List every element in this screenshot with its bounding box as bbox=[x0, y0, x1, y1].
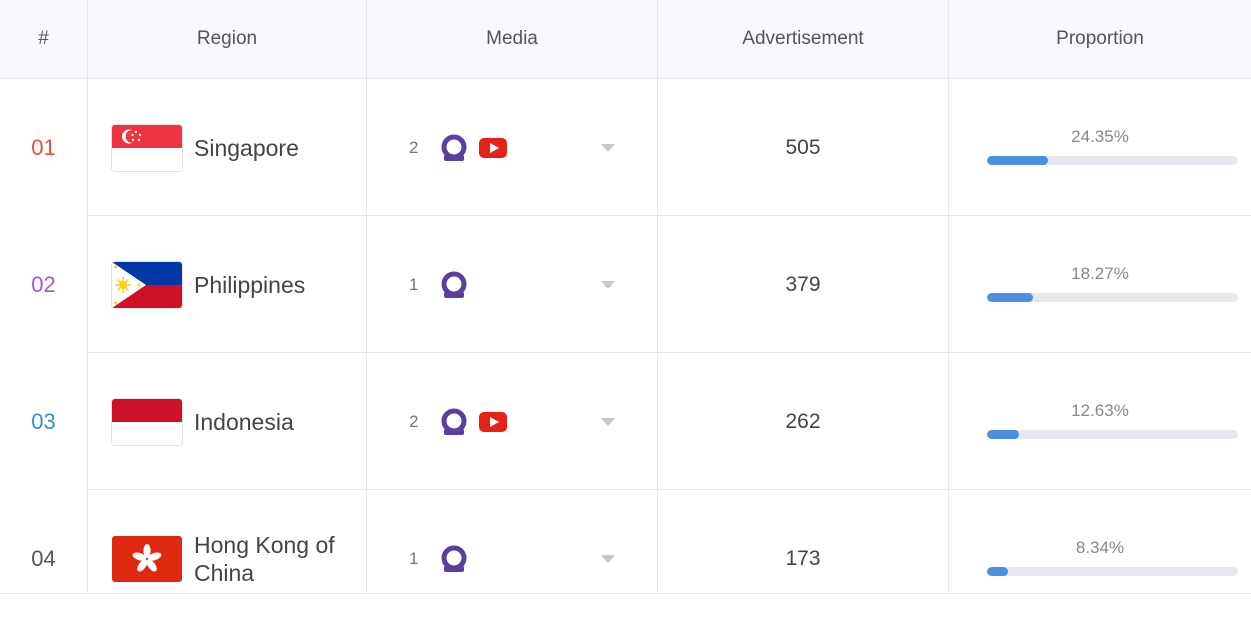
header-rank: # bbox=[38, 28, 49, 49]
table-row[interactable]: 04 Hong Kong of China 1 173 8.34% bbox=[0, 490, 1251, 593]
proportion-bar-fill bbox=[987, 156, 1049, 165]
header-proportion[interactable]: Proportion bbox=[948, 0, 1251, 78]
rank-number: 01 bbox=[31, 134, 56, 160]
proportion-label: 12.63% bbox=[1071, 401, 1129, 420]
proportion-label: 24.35% bbox=[1071, 127, 1129, 146]
table-row[interactable]: 02 Philippines 1 379 18.27% bbox=[0, 216, 1251, 353]
chevron-down-icon[interactable] bbox=[601, 280, 615, 289]
philippines-flag bbox=[112, 261, 182, 308]
advertisement-count: 379 bbox=[785, 272, 821, 296]
region-name: Hong Kong of China bbox=[194, 531, 335, 586]
singapore-flag bbox=[112, 124, 182, 171]
hong-kong-flag bbox=[112, 535, 182, 582]
proportion-bar bbox=[987, 430, 1238, 439]
chevron-down-icon[interactable] bbox=[601, 554, 615, 563]
proportion-bar-fill bbox=[987, 293, 1033, 302]
proportion-bar bbox=[987, 293, 1238, 302]
proportion-bar-fill bbox=[987, 430, 1019, 439]
indonesia-flag bbox=[112, 398, 182, 445]
proportion-bar-fill bbox=[987, 567, 1008, 576]
rank-number: 03 bbox=[31, 408, 56, 434]
chevron-down-icon[interactable] bbox=[601, 417, 615, 426]
table-row[interactable]: 03 Indonesia 2 262 12.63% bbox=[0, 353, 1251, 490]
advertisement-count: 262 bbox=[785, 409, 821, 433]
rank-number: 04 bbox=[31, 545, 56, 571]
proportion-bar bbox=[987, 567, 1238, 576]
proportion-bar bbox=[987, 156, 1238, 165]
table-header: # Region Media Advertisement Proportion bbox=[0, 0, 1251, 79]
youtube-icon bbox=[479, 411, 507, 432]
table-row[interactable]: 01 Singapore 2 505 24.35% bbox=[0, 79, 1251, 216]
region-ads-table: # Region Media Advertisement Proportion … bbox=[0, 0, 1251, 596]
chevron-down-icon[interactable] bbox=[601, 143, 615, 152]
proportion-label: 18.27% bbox=[1071, 264, 1129, 283]
media-count: 2 bbox=[409, 137, 419, 157]
proportion-label: 8.34% bbox=[1075, 538, 1125, 557]
region-name: Singapore bbox=[194, 134, 299, 161]
rank-number: 02 bbox=[31, 271, 56, 297]
region-name: Indonesia bbox=[194, 408, 294, 435]
header-media[interactable]: Media bbox=[366, 0, 657, 78]
advertisement-count: 505 bbox=[785, 135, 821, 159]
header-advertisement[interactable]: Advertisement bbox=[657, 0, 948, 78]
circle-logo-icon bbox=[441, 408, 467, 435]
media-count: 2 bbox=[409, 411, 419, 431]
circle-logo-icon bbox=[441, 134, 467, 161]
youtube-icon bbox=[479, 137, 507, 158]
circle-logo-icon bbox=[441, 271, 467, 298]
header-region[interactable]: Region bbox=[87, 0, 366, 78]
advertisement-count: 173 bbox=[785, 546, 821, 570]
circle-logo-icon bbox=[441, 545, 467, 572]
region-name: Philippines bbox=[194, 271, 306, 298]
media-count: 1 bbox=[409, 274, 419, 294]
media-count: 1 bbox=[409, 548, 419, 568]
